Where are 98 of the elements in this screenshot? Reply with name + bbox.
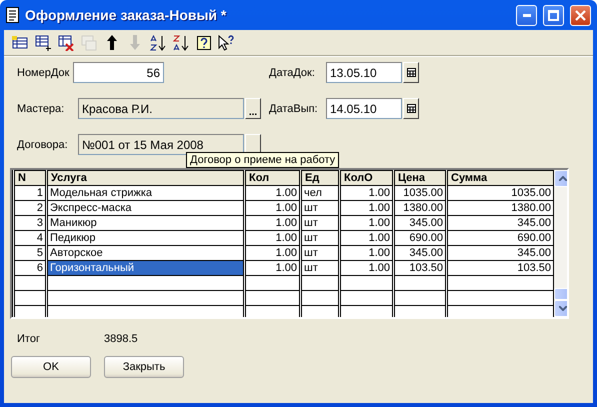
column-header[interactable]: Ед <box>300 170 340 186</box>
toolbar-button[interactable] <box>217 33 236 52</box>
table-cell: шт <box>300 216 340 230</box>
table-copy-icon <box>80 34 96 50</box>
table-cell: 1.00 <box>340 230 394 246</box>
table-cell: 1 <box>14 186 46 200</box>
table-cell: 1.00 <box>340 216 394 230</box>
table-cell: 4 <box>14 230 46 246</box>
field-label: ДатаДок: <box>269 66 316 78</box>
column-header[interactable]: КолО <box>340 170 394 186</box>
table-cell: шт <box>300 230 340 246</box>
dialog-button[interactable]: OK <box>11 356 91 378</box>
total-label: Итог <box>17 333 41 345</box>
column-header[interactable]: N <box>14 170 46 186</box>
field-label: Договора: <box>17 138 69 150</box>
table-cell: 345.00 <box>394 216 446 230</box>
column-header[interactable]: Цена <box>394 170 446 186</box>
table-cell <box>300 276 340 290</box>
browse-button[interactable]: ... <box>245 98 261 119</box>
table-cell: Модельная стрижка <box>46 186 244 200</box>
field-label: ДатаВып: <box>269 102 319 114</box>
toolbar-button[interactable] <box>56 33 75 52</box>
chevron-down-icon[interactable] <box>558 306 566 311</box>
sort-ascending-icon <box>150 34 166 50</box>
calendar-button[interactable] <box>403 62 419 83</box>
table-cell <box>340 290 394 306</box>
pointer-help-icon <box>218 34 235 50</box>
table-cell: Маникюр <box>46 216 244 230</box>
table-cell: 1035.00 <box>394 186 446 200</box>
table-cell: 1.00 <box>244 260 300 276</box>
table-cell: Экспресс-маска <box>46 200 244 216</box>
table-cell <box>14 290 46 306</box>
maximize-button[interactable] <box>543 4 564 26</box>
arrow-down-icon <box>130 35 140 50</box>
calendar-icon <box>406 68 416 77</box>
table-add-icon <box>12 36 28 50</box>
column-header[interactable]: Кол <box>244 170 300 186</box>
table-cell <box>14 276 46 290</box>
toolbar-button[interactable] <box>171 33 190 52</box>
table-cell: шт <box>300 260 340 276</box>
table-cell: 1.00 <box>340 260 394 276</box>
table-cell: 1.00 <box>340 200 394 216</box>
close-icon <box>575 10 586 20</box>
table-cell: 1.00 <box>244 230 300 246</box>
table-cell <box>394 276 446 290</box>
toolbar-button[interactable] <box>148 33 167 52</box>
column-header[interactable]: Услуга <box>46 170 244 186</box>
table-cell <box>244 276 300 290</box>
date-field[interactable]: 13.05.10 <box>326 62 402 83</box>
table-cell: 1.00 <box>244 186 300 200</box>
scrollbar[interactable] <box>554 170 567 317</box>
table-cell: 103.50 <box>394 260 446 276</box>
close-button[interactable] <box>570 4 591 26</box>
table-cell <box>244 290 300 306</box>
table-cell <box>340 276 394 290</box>
minimize-icon <box>522 14 530 16</box>
window-title: Оформление заказа-Новый * <box>25 7 228 23</box>
table-cell: 345.00 <box>394 246 446 260</box>
table-cell: 2 <box>14 200 46 216</box>
help-icon <box>196 36 210 50</box>
table-cell: чел <box>300 186 340 200</box>
select-field[interactable]: Красова Р.И. <box>78 98 244 119</box>
select-field[interactable]: №001 от 15 Мая 2008 <box>78 134 244 155</box>
table-cell: шт <box>300 246 340 260</box>
table-cell: 1.00 <box>244 216 300 230</box>
document-icon <box>6 7 19 23</box>
table-cell: 690.00 <box>394 230 446 246</box>
table-cell: 1.00 <box>244 200 300 216</box>
table-cell: Горизонтальный <box>46 260 244 276</box>
toolbar-button[interactable] <box>33 33 52 52</box>
field-label: Мастера: <box>17 102 66 114</box>
table-cell: Педикюр <box>46 230 244 246</box>
arrow-up-icon <box>106 35 116 50</box>
table-cell: 1.00 <box>244 246 300 260</box>
toolbar-button[interactable] <box>194 33 213 52</box>
table-cell: 1380.00 <box>394 200 446 216</box>
date-field[interactable]: 14.05.10 <box>326 98 402 119</box>
dialog-button[interactable]: Закрыть <box>104 356 184 378</box>
table-cell: шт <box>300 200 340 216</box>
calendar-button[interactable] <box>403 98 419 119</box>
field-label: НомерДок <box>17 66 70 78</box>
tooltip: Договор о приеме на работу <box>186 152 340 168</box>
sort-descending-icon <box>172 34 188 50</box>
table-cell <box>300 290 340 306</box>
table-cell: 3 <box>14 216 46 230</box>
minimize-button[interactable] <box>516 4 537 26</box>
table-cell <box>394 290 446 306</box>
column-header[interactable]: Сумма <box>446 170 554 186</box>
table-delete-icon <box>58 34 74 50</box>
table-cell: 1.00 <box>340 186 394 200</box>
table-add-icon <box>34 34 50 50</box>
table-cell: 1.00 <box>340 246 394 260</box>
maximize-icon <box>548 10 559 20</box>
input-field[interactable]: 56 <box>73 62 164 83</box>
scroll-thumb[interactable] <box>554 288 567 300</box>
chevron-up-icon[interactable] <box>558 176 566 181</box>
total-value: 3898.5 <box>104 333 138 345</box>
calendar-icon <box>406 104 416 113</box>
